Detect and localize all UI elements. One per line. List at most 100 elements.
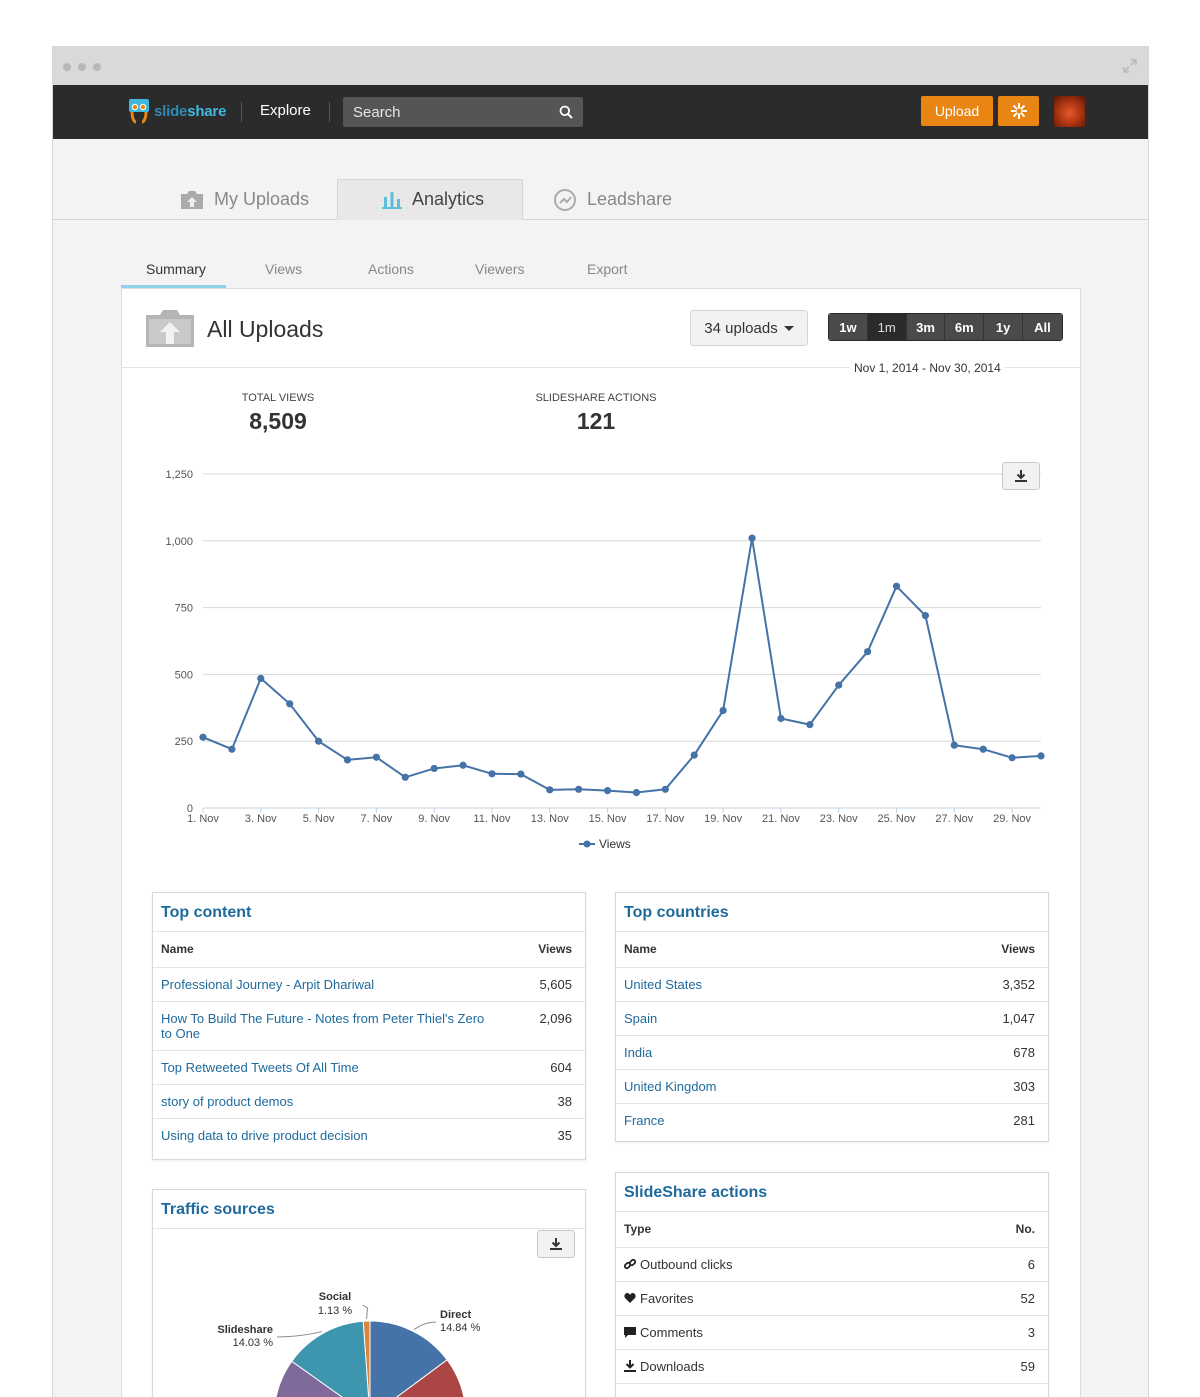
country-link[interactable]: Spain [616,1001,903,1036]
table-header-row: Type No. [616,1212,1048,1248]
content-link[interactable]: Using data to drive product decision [153,1118,503,1152]
data-point [372,753,380,761]
top-content-card: Top content Name Views Professional Jour… [152,892,586,1160]
table-row: France 281 [616,1103,1048,1137]
fullscreen-icon[interactable] [1122,58,1138,74]
y-tick-label: 750 [175,603,193,615]
table-row: Comments 3 [616,1315,1048,1350]
country-link[interactable]: France [616,1103,903,1137]
main-tabs: My Uploads Analytics Leadshare [53,179,1148,220]
window-dot[interactable] [63,63,71,71]
x-tick-label: 13. Nov [531,813,569,825]
tab-label: Leadshare [587,189,673,209]
action-label: Outbound clicks [640,1256,733,1272]
x-tick-label: 7. Nov [360,813,392,825]
logo-text-part1: slide [154,102,188,120]
country-link[interactable]: United Kingdom [616,1069,903,1104]
logo-text: slideshare [154,103,226,120]
data-point [1037,752,1045,760]
action-count: 3 [942,1315,1048,1350]
table-header-row: Name Views [153,932,585,968]
card-title: SlideShare actions [616,1173,1048,1212]
action-type: Favorites [616,1281,943,1316]
data-point [517,770,525,778]
chart-download-button[interactable] [1002,462,1040,490]
data-point [921,612,930,620]
user-avatar[interactable] [1054,96,1085,127]
subtab-actions[interactable]: Actions [368,261,414,277]
action-type: Downloads [616,1349,943,1384]
views-count: 35 [557,1127,572,1143]
explore-link[interactable]: Explore [260,102,311,119]
legend-swatch-marker [583,840,591,848]
content-link[interactable]: Top Retweeted Tweets Of All Time [153,1050,503,1085]
window-dot[interactable] [93,63,101,71]
subtab-views[interactable]: Views [265,261,302,277]
x-tick-label: 9. Nov [418,813,450,825]
content-link[interactable]: Professional Journey - Arpit Dhariwal [153,967,503,1002]
views-count: 281 [1013,1112,1035,1128]
tab-leadshare[interactable]: Leadshare [553,179,672,220]
views-count: 1,047 [903,1001,1048,1036]
y-tick-label: 1,000 [165,536,193,548]
window-dot[interactable] [78,63,86,71]
sparkle-icon [1010,103,1027,119]
table-row: India 678 [616,1035,1048,1070]
pie-label-slideshare-name: Slideshare [217,1324,273,1336]
action-label: Downloads [640,1358,705,1374]
upload-button[interactable]: Upload [921,96,993,126]
column-header: Views [503,932,585,968]
data-point [228,745,236,753]
views-count: 604 [503,1050,585,1085]
data-point [401,773,409,781]
column-header: Name [616,932,903,968]
subtab-summary[interactable]: Summary [146,261,206,277]
pie-label-direct-name: Direct [440,1309,472,1321]
content-link[interactable]: story of product demos [153,1084,503,1119]
column-header: No. [942,1212,1048,1248]
nav-divider [329,102,330,122]
views-series-line [202,537,1042,794]
data-point [690,751,698,759]
pie-label-slideshare-connector [276,1331,323,1338]
data-point [430,764,438,773]
x-tick-label: 11. Nov [473,813,511,825]
data-point [603,787,612,795]
tab-my-uploads[interactable]: My Uploads [180,179,309,220]
subtab-export[interactable]: Export [587,261,627,277]
browser-window: slideshare Explore Upload My Uploads Ana… [52,46,1149,1397]
data-point [806,721,814,729]
x-tick-label: 1. Nov [187,813,219,825]
data-point [286,700,294,708]
slideshare-logo[interactable]: slideshare [128,98,226,124]
top-countries-table: Name Views United States 3,352 Spain 1,047… [616,932,1048,1137]
country-link[interactable]: India [616,1035,903,1070]
search-icon[interactable] [559,105,573,119]
subtab-viewers[interactable]: Viewers [475,261,525,277]
column-header: Type [616,1212,943,1248]
x-tick-label: 19. Nov [704,813,742,825]
table-row [616,1383,1048,1397]
clipping-button[interactable] [998,96,1039,126]
traffic-sources-card: Traffic sources Direct 14.84 % Slideshare 1… [152,1189,586,1397]
y-tick-label: 500 [175,669,193,681]
tab-analytics[interactable]: Analytics [337,179,523,220]
search-input[interactable] [343,97,543,127]
data-point [199,733,207,741]
table-row: story of product demos 38 [153,1084,585,1119]
action-type: Outbound clicks [616,1247,943,1282]
data-point [748,534,756,542]
analytics-panel: All Uploads 34 uploads 1w 1m 3m 6m 1y Al… [121,288,1081,1397]
x-tick-label: 21. Nov [762,813,800,825]
pie-label-direct-connector [413,1321,437,1330]
action-count [942,1383,1048,1397]
data-point [661,785,669,793]
country-link[interactable]: United States [616,967,903,1002]
table-row: How To Build The Future - Notes from Pet… [153,1001,585,1051]
card-title: Top content [153,893,585,932]
table-row: Outbound clicks 6 [616,1247,1048,1282]
table-header-row: Name Views [616,932,1048,968]
data-point [488,770,496,778]
content-link[interactable]: How To Build The Future - Notes from Pet… [153,1001,503,1051]
card-title: Top countries [616,893,1048,932]
